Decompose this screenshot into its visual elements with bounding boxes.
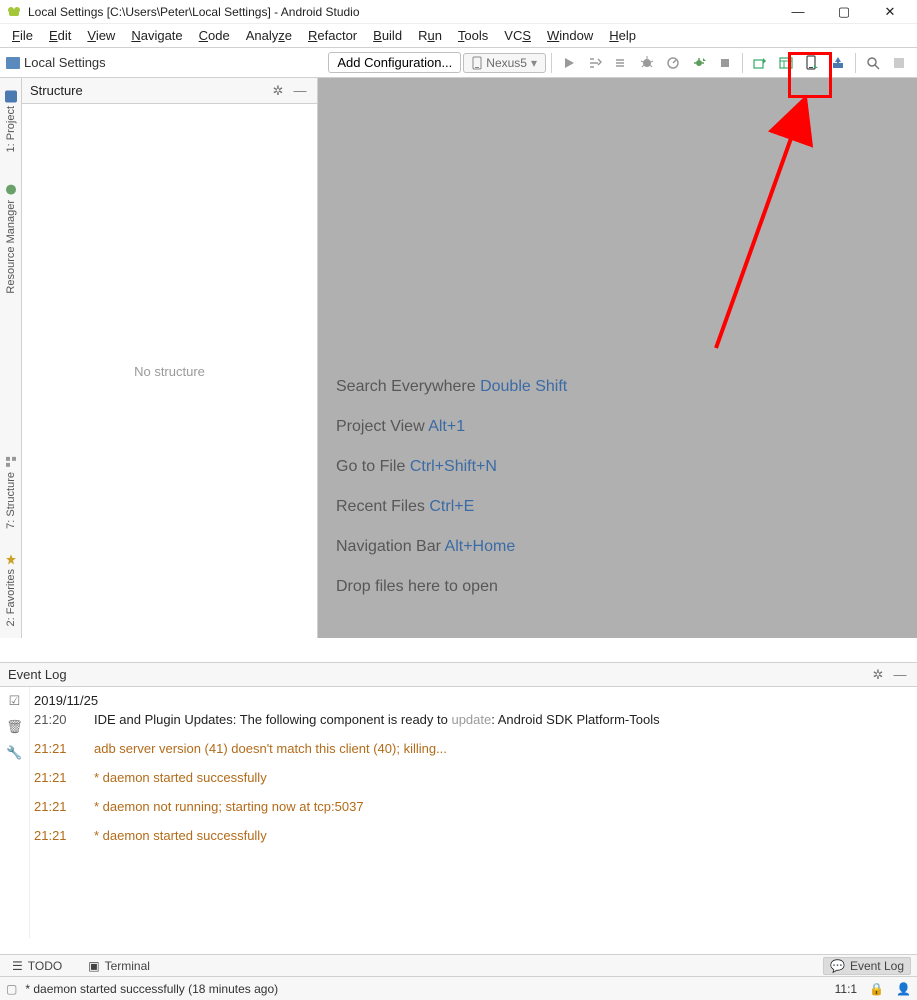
- app-icon: [6, 4, 22, 20]
- structure-icon: [5, 456, 17, 468]
- nav-toolbar-row: Local Settings Add Configuration... Nexu…: [0, 48, 917, 78]
- mark-read-icon[interactable]: ☑: [7, 693, 23, 709]
- tab-favorites[interactable]: 2: Favorites: [2, 541, 20, 638]
- apply-code-changes-button[interactable]: [609, 51, 633, 75]
- menu-help[interactable]: Help: [601, 26, 644, 45]
- menu-navigate[interactable]: Navigate: [123, 26, 190, 45]
- status-window-icon[interactable]: ▢: [6, 982, 17, 996]
- menu-code[interactable]: Code: [191, 26, 238, 45]
- title-bar: Local Settings [C:\Users\Peter\Local Set…: [0, 0, 917, 24]
- search-everywhere-button[interactable]: [861, 51, 885, 75]
- structure-panel: Structure ✲ — No structure: [22, 78, 318, 638]
- caret-position: 11:1: [835, 982, 857, 996]
- menu-bar: File Edit View Navigate Code Analyze Ref…: [0, 24, 917, 48]
- resource-icon: [5, 184, 17, 196]
- phone-icon: [472, 56, 482, 70]
- menu-edit[interactable]: Edit: [41, 26, 79, 45]
- menu-view[interactable]: View: [79, 26, 123, 45]
- profile-button[interactable]: [661, 51, 685, 75]
- menu-run[interactable]: Run: [410, 26, 450, 45]
- ide-settings-button[interactable]: [887, 51, 911, 75]
- log-line: 21:20 IDE and Plugin Updates: The follow…: [34, 710, 913, 729]
- log-line: 21:21 * daemon started successfully: [34, 768, 913, 787]
- tab-resource-manager[interactable]: Resource Manager: [2, 172, 20, 306]
- hint-row: Search Everywhere Double Shift: [336, 378, 567, 396]
- gear-icon[interactable]: ✲: [869, 666, 887, 684]
- event-log-panel: Event Log ✲ — ☑ 🗑 🔧 2019/11/25 21:20 IDE…: [0, 662, 917, 938]
- event-log-gutter: ☑ 🗑 🔧: [0, 687, 30, 938]
- log-line: 21:21 * daemon not running; starting now…: [34, 797, 913, 816]
- sdk-manager-button[interactable]: [826, 51, 850, 75]
- project-icon: [5, 90, 17, 102]
- speech-icon: 💬: [830, 959, 845, 973]
- maximize-button[interactable]: ▢: [821, 0, 867, 24]
- hector-icon[interactable]: 👤: [896, 982, 911, 996]
- status-message: * daemon started successfully (18 minute…: [25, 982, 278, 996]
- status-bar: ▢ * daemon started successfully (18 minu…: [0, 976, 917, 1000]
- tab-project[interactable]: 1: Project: [2, 78, 20, 164]
- hint-row: Navigation Bar Alt+Home: [336, 538, 567, 556]
- avd-manager-button[interactable]: [800, 51, 824, 75]
- main-area: 1: Project Resource Manager 7: Structure…: [0, 78, 917, 638]
- project-structure-button[interactable]: [774, 51, 798, 75]
- hide-panel-button[interactable]: —: [291, 82, 309, 100]
- run-button[interactable]: [557, 51, 581, 75]
- structure-title: Structure: [30, 83, 83, 98]
- left-tool-gutter: 1: Project Resource Manager 7: Structure…: [0, 78, 22, 638]
- star-icon: [5, 553, 17, 565]
- tab-todo[interactable]: ☰TODO: [6, 958, 68, 974]
- attach-debugger-button[interactable]: [687, 51, 711, 75]
- debug-button[interactable]: [635, 51, 659, 75]
- menu-refactor[interactable]: Refactor: [300, 26, 365, 45]
- log-line: 21:21 * daemon started successfully: [34, 826, 913, 845]
- event-log-content[interactable]: 2019/11/25 21:20 IDE and Plugin Updates:…: [30, 687, 917, 849]
- menu-build[interactable]: Build: [365, 26, 410, 45]
- breadcrumb-label: Local Settings: [24, 55, 106, 70]
- folder-icon: [6, 57, 20, 69]
- stop-button[interactable]: [713, 51, 737, 75]
- tab-terminal[interactable]: ▣Terminal: [82, 958, 156, 974]
- delete-icon[interactable]: 🗑: [7, 719, 23, 735]
- hint-row: Drop files here to open: [336, 578, 567, 596]
- minimize-button[interactable]: ―: [775, 0, 821, 24]
- device-selector[interactable]: Nexus5 ▾: [463, 53, 546, 73]
- add-configuration-button[interactable]: Add Configuration...: [328, 52, 461, 73]
- menu-file[interactable]: File: [4, 26, 41, 45]
- structure-empty-text: No structure: [22, 104, 317, 638]
- sync-project-button[interactable]: [748, 51, 772, 75]
- hint-row: Project View Alt+1: [336, 418, 567, 436]
- bottom-tool-tabs: ☰TODO ▣Terminal 💬Event Log: [0, 954, 917, 976]
- menu-analyze[interactable]: Analyze: [238, 26, 300, 45]
- editor-hints: Search Everywhere Double Shift Project V…: [336, 378, 567, 596]
- menu-tools[interactable]: Tools: [450, 26, 496, 45]
- event-log-header: Event Log ✲ —: [0, 663, 917, 687]
- gear-icon[interactable]: ✲: [269, 82, 287, 100]
- list-icon: ☰: [12, 959, 23, 973]
- menu-window[interactable]: Window: [539, 26, 601, 45]
- log-line: 21:21 adb server version (41) doesn't ma…: [34, 739, 913, 758]
- tab-event-log[interactable]: 💬Event Log: [823, 957, 911, 975]
- close-button[interactable]: ✕: [867, 0, 913, 24]
- lock-icon[interactable]: 🔒: [869, 982, 884, 996]
- editor-area[interactable]: Search Everywhere Double Shift Project V…: [318, 78, 917, 638]
- tab-structure[interactable]: 7: Structure: [2, 444, 20, 541]
- hide-panel-button[interactable]: —: [891, 666, 909, 684]
- window-title: Local Settings [C:\Users\Peter\Local Set…: [28, 5, 360, 19]
- settings-icon[interactable]: 🔧: [7, 745, 23, 761]
- log-date: 2019/11/25: [34, 691, 913, 710]
- hint-row: Go to File Ctrl+Shift+N: [336, 458, 567, 476]
- chevron-down-icon: ▾: [531, 56, 537, 70]
- terminal-icon: ▣: [88, 959, 99, 973]
- apply-changes-button[interactable]: [583, 51, 607, 75]
- event-log-title: Event Log: [8, 667, 67, 682]
- menu-vcs[interactable]: VCS: [496, 26, 539, 45]
- hint-row: Recent Files Ctrl+E: [336, 498, 567, 516]
- structure-header: Structure ✲ —: [22, 78, 317, 104]
- toolbar: Add Configuration... Nexus5 ▾: [328, 51, 911, 75]
- breadcrumb[interactable]: Local Settings: [6, 55, 106, 70]
